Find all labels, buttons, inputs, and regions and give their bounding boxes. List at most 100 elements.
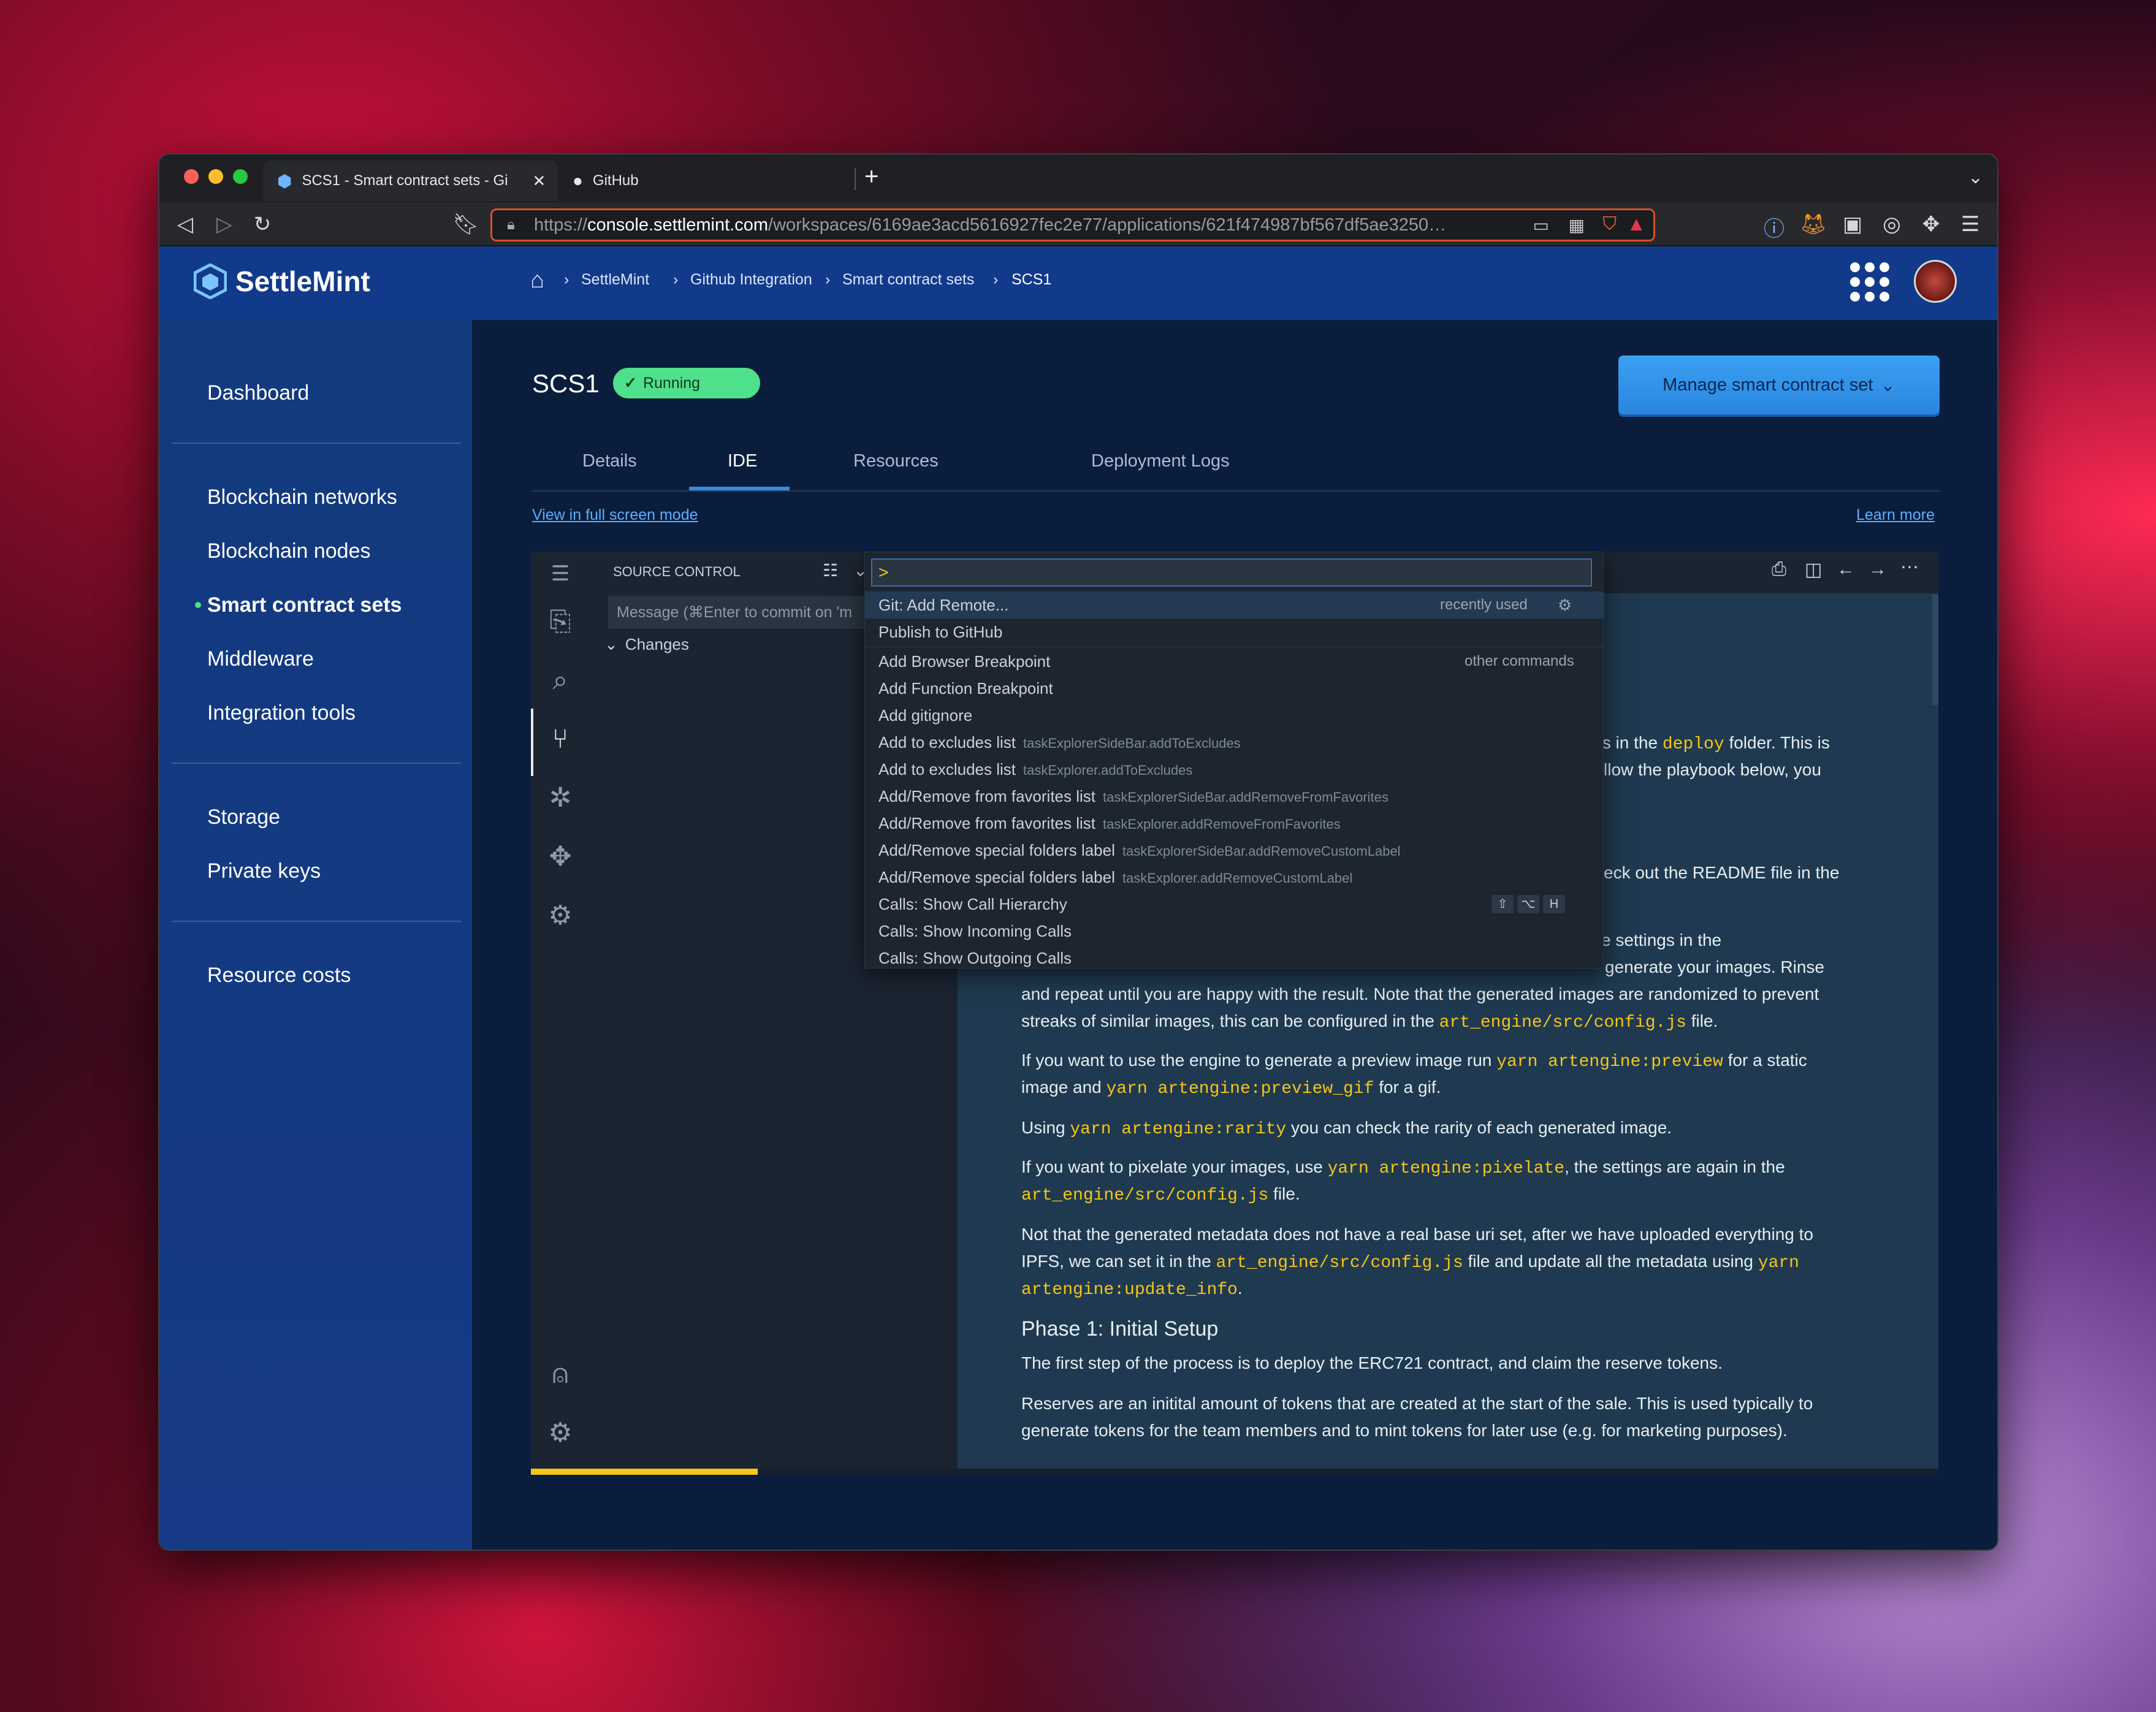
sidebar-item-blockchain-networks[interactable]: Blockchain networks: [207, 485, 397, 509]
address-toolbar: ◁ ▷ ↻ 🔖︎ 🔒︎ https://console.settlemint.c…: [159, 202, 1997, 246]
palette-item-add-function-breakpoint[interactable]: Add Function Breakpoint: [865, 675, 1604, 702]
md-line: Using yarn artengine:rarity you can chec…: [1021, 1118, 1672, 1139]
palette-item[interactable]: Add to excludes list taskExplorer.addToEx…: [865, 756, 1604, 783]
sidebar: Dashboard Blockchain networks Blockchain…: [159, 320, 472, 1550]
search-icon[interactable]: ⌕: [542, 662, 579, 699]
fullscreen-link[interactable]: View in full screen mode: [532, 506, 698, 524]
tab-resources[interactable]: Resources: [853, 451, 939, 471]
palette-item[interactable]: Add/Remove from favorites list taskExplor…: [865, 783, 1604, 810]
settlemint-logo-icon: [194, 264, 227, 299]
palette-item-show-outgoing-calls[interactable]: Calls: Show Outgoing Calls: [865, 945, 1604, 972]
qr-icon[interactable]: ▦: [1569, 215, 1585, 235]
palette-item[interactable]: Add to excludes list taskExplorerSideBar.…: [865, 729, 1604, 756]
maximize-window-icon[interactable]: [233, 169, 248, 184]
md-line: IPFS, we can set it in the art_engine/sr…: [1021, 1252, 1799, 1273]
password-manager-icon[interactable]: ⓘ: [1761, 212, 1788, 242]
cast-icon[interactable]: ▭: [1526, 215, 1549, 235]
sidebar-item-resource-costs[interactable]: Resource costs: [207, 964, 351, 987]
breadcrumb-github-integration[interactable]: Github Integration: [690, 271, 812, 289]
configure-keybinding-gear-icon[interactable]: ⚙: [1558, 592, 1572, 618]
sidebar-item-smart-contract-sets[interactable]: Smart contract sets: [207, 593, 402, 617]
md-line: Not that the generated metadata does not…: [1021, 1225, 1813, 1244]
md-line: Reserves are an initital amount of token…: [1021, 1394, 1813, 1413]
bookmark-icon[interactable]: 🔖︎: [452, 212, 479, 237]
open-preview-icon[interactable]: ⎙: [1772, 559, 1786, 580]
sidebar-item-storage[interactable]: Storage: [207, 805, 280, 829]
brave-shield-icon[interactable]: ⛉: [1603, 214, 1617, 235]
split-editor-icon[interactable]: ◫: [1805, 559, 1822, 580]
hamburger-menu-icon[interactable]: ☰: [542, 555, 579, 592]
md-line: eck out the README file in the: [1604, 863, 1840, 882]
tab-github[interactable]: ● GitHub: [559, 161, 853, 201]
learn-more-link[interactable]: Learn more: [1856, 506, 1935, 524]
md-line: ts in the deploy folder. This is: [1598, 733, 1830, 754]
arrow-left-icon[interactable]: ←: [1837, 559, 1855, 580]
recently-used-label: recently used: [1440, 596, 1528, 613]
home-icon[interactable]: ⌂: [530, 267, 544, 294]
sidebar-item-private-keys[interactable]: Private keys: [207, 859, 321, 883]
metamask-icon[interactable]: 🦊︎: [1800, 212, 1827, 237]
check-icon: ✓: [624, 375, 637, 392]
close-tab-icon[interactable]: ✕: [532, 172, 546, 191]
palette-item-publish-github[interactable]: Publish to GitHub: [865, 618, 1604, 645]
breadcrumb-smart-contract-sets[interactable]: Smart contract sets: [842, 271, 974, 289]
sidebar-item-middleware[interactable]: Middleware: [207, 647, 314, 671]
tab-list-chevron-icon[interactable]: ⌄: [1968, 167, 1983, 188]
tab-details[interactable]: Details: [582, 451, 637, 471]
puzzle-icon[interactable]: ✥: [1918, 212, 1945, 237]
palette-item[interactable]: Add/Remove special folders label taskExpl…: [865, 837, 1604, 864]
palette-item[interactable]: Add/Remove from favorites list taskExplor…: [865, 810, 1604, 837]
avatar[interactable]: [1914, 260, 1957, 303]
tab-bar: ⬢ SCS1 - Smart contract sets - Gi ✕ ● Gi…: [159, 154, 1997, 202]
manage-smart-contract-set-button[interactable]: Manage smart contract set ⌄: [1618, 356, 1940, 414]
breadcrumb-sep: ›: [673, 271, 679, 288]
explorer-icon[interactable]: ⎘: [542, 603, 579, 640]
reload-icon[interactable]: ↻: [249, 212, 276, 237]
source-control-icon[interactable]: ⑂: [542, 721, 579, 758]
md-line: image and yarn artengine:preview_gif for…: [1021, 1078, 1441, 1098]
md-line: e settings in the: [1601, 930, 1722, 949]
scrollbar-thumb[interactable]: [1932, 595, 1938, 705]
breadcrumb-settlemint[interactable]: SettleMint: [581, 271, 649, 289]
brand-logo[interactable]: SettleMint: [194, 264, 370, 299]
remote-settings-icon[interactable]: ⚙: [542, 897, 579, 934]
debug-icon[interactable]: ✲: [542, 780, 579, 816]
palette-item[interactable]: Add/Remove special folders label taskExpl…: [865, 864, 1604, 891]
extension-icon[interactable]: ▣: [1839, 212, 1866, 237]
settings-gear-icon[interactable]: ⚙: [542, 1415, 579, 1451]
palette-item-add-gitignore[interactable]: Add gitignore: [865, 702, 1604, 729]
back-icon[interactable]: ◁: [172, 212, 199, 237]
minimize-window-icon[interactable]: [208, 169, 223, 184]
sidebar-item-blockchain-nodes[interactable]: Blockchain nodes: [207, 539, 371, 563]
brand-name: SettleMint: [235, 265, 370, 297]
apps-grid-icon[interactable]: [1850, 262, 1889, 302]
tabs-underline: [532, 490, 1940, 492]
extensions-icon[interactable]: ✥: [542, 839, 579, 875]
command-palette-input[interactable]: >: [871, 558, 1592, 587]
sidebar-item-integration-tools[interactable]: Integration tools: [207, 701, 356, 725]
sidebar-divider: [172, 921, 461, 922]
more-actions-icon[interactable]: ⋯: [1900, 557, 1919, 578]
account-icon[interactable]: ⍝: [542, 1356, 579, 1393]
menu-icon[interactable]: ☰: [1957, 212, 1984, 237]
tab-ide[interactable]: IDE: [728, 451, 757, 471]
close-window-icon[interactable]: [184, 169, 199, 184]
sidebar-item-dashboard[interactable]: Dashboard: [207, 381, 309, 405]
forward-icon[interactable]: ▷: [211, 212, 238, 237]
tab-deployment-logs[interactable]: Deployment Logs: [1091, 451, 1230, 471]
url-path: /workspaces/6169ae3acd5616927fec2e77/app…: [768, 215, 1447, 235]
url-domain: console.settlemint.com: [587, 215, 769, 235]
tab-scs1[interactable]: ⬢ SCS1 - Smart contract sets - Gi ✕: [264, 161, 558, 201]
palette-item-show-incoming-calls[interactable]: Calls: Show Incoming Calls: [865, 918, 1604, 945]
brave-rewards-icon[interactable]: ▲: [1626, 213, 1646, 235]
url-field[interactable]: 🔒︎ https://console.settlemint.com/worksp…: [490, 208, 1655, 242]
changes-group[interactable]: ⌄ Changes: [604, 635, 689, 654]
breadcrumb-sep: ›: [564, 271, 569, 288]
view-as-tree-icon[interactable]: ☷: [823, 560, 838, 580]
arrow-right-icon[interactable]: →: [1868, 559, 1887, 580]
new-tab-button[interactable]: +: [864, 163, 878, 191]
glasses-icon[interactable]: ◎: [1878, 212, 1905, 237]
other-commands-label: other commands: [1465, 653, 1574, 669]
page-title: SCS1: [532, 369, 600, 398]
chevron-down-icon: ⌄: [604, 635, 618, 653]
